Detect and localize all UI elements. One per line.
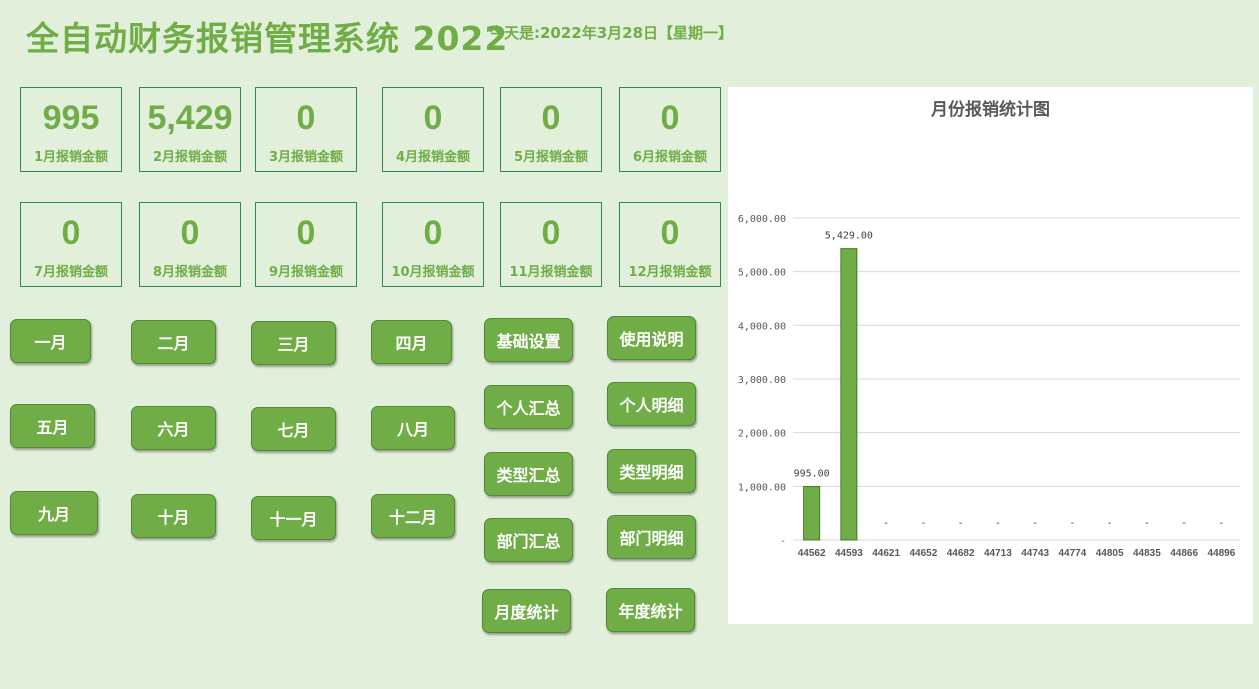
card-label: 6月报销金额 <box>632 150 708 165</box>
department-summary-button[interactable]: 部门汇总 <box>484 518 573 562</box>
month-button-dec[interactable]: 十二月 <box>371 494 455 538</box>
personal-detail-button[interactable]: 个人明细 <box>607 382 696 426</box>
card-label: 10月报销金额 <box>391 265 475 280</box>
data-label: - <box>920 518 926 529</box>
card-label: 8月报销金额 <box>152 265 228 280</box>
card-value: 0 <box>423 99 443 137</box>
department-detail-button[interactable]: 部门明细 <box>607 515 696 559</box>
y-tick-label: 1,000.00 <box>738 482 786 493</box>
x-tick-label: 44743 <box>1021 548 1049 559</box>
x-tick-label: 44896 <box>1207 548 1235 559</box>
card-month-8: 0 8月报销金额 <box>139 202 241 287</box>
data-label: - <box>883 518 889 529</box>
card-month-5: 0 5月报销金额 <box>500 87 602 172</box>
x-tick-label: 44621 <box>872 548 900 559</box>
monthly-reimbursement-chart: 月份报销统计图 -1,000.00 2,000.00 3,000.00 4,000.0… <box>728 87 1253 624</box>
data-label: - <box>1069 518 1075 529</box>
x-tick-label: 44593 <box>835 548 863 559</box>
card-month-4: 0 4月报销金额 <box>382 87 484 172</box>
card-label: 9月报销金额 <box>268 265 344 280</box>
today-date: 今天是:2022年3月28日【星期一】 <box>489 24 734 42</box>
month-button-mar[interactable]: 三月 <box>251 321 336 365</box>
basic-settings-button[interactable]: 基础设置 <box>484 318 573 362</box>
card-month-12: 0 12月报销金额 <box>619 202 721 287</box>
y-tick-label: - <box>780 536 786 547</box>
card-value: 995 <box>42 99 100 137</box>
y-tick-label: 6,000.00 <box>738 214 786 225</box>
card-label: 12月报销金额 <box>628 265 712 280</box>
data-label: 995.00 <box>794 469 830 480</box>
bar <box>840 248 858 541</box>
card-value: 5,429 <box>147 99 233 137</box>
card-value: 0 <box>660 99 680 137</box>
card-month-10: 0 10月报销金额 <box>382 202 484 287</box>
x-tick-label: 44713 <box>984 548 1012 559</box>
card-label: 7月报销金额 <box>33 265 109 280</box>
card-label: 1月报销金额 <box>33 150 109 165</box>
x-tick-label: 44805 <box>1096 548 1124 559</box>
card-value: 0 <box>541 99 561 137</box>
card-month-1: 995 1月报销金额 <box>20 87 122 172</box>
y-tick-label: 2,000.00 <box>738 429 786 440</box>
month-button-nov[interactable]: 十一月 <box>251 496 336 540</box>
card-value: 0 <box>296 214 316 252</box>
month-button-aug[interactable]: 八月 <box>371 406 455 450</box>
card-value: 0 <box>180 214 200 252</box>
x-tick-label: 44682 <box>947 548 975 559</box>
card-value: 0 <box>296 99 316 137</box>
data-label: - <box>1107 518 1113 529</box>
month-button-oct[interactable]: 十月 <box>131 494 216 538</box>
x-tick-label: 44835 <box>1133 548 1161 559</box>
month-button-jul[interactable]: 七月 <box>251 407 336 451</box>
data-label: - <box>958 518 964 529</box>
y-tick-label: 3,000.00 <box>738 375 786 386</box>
month-button-jan[interactable]: 一月 <box>10 319 91 363</box>
card-month-11: 0 11月报销金额 <box>500 202 602 287</box>
x-tick-label: 44866 <box>1170 548 1198 559</box>
month-button-apr[interactable]: 四月 <box>371 320 452 364</box>
yearly-stats-button[interactable]: 年度统计 <box>606 588 695 632</box>
month-button-may[interactable]: 五月 <box>10 404 95 448</box>
card-label: 11月报销金额 <box>509 265 593 280</box>
card-label: 3月报销金额 <box>268 150 344 165</box>
data-label: - <box>1032 518 1038 529</box>
x-tick-label: 44774 <box>1058 548 1086 559</box>
card-label: 4月报销金额 <box>395 150 471 165</box>
card-value: 0 <box>423 214 443 252</box>
card-value: 0 <box>541 214 561 252</box>
data-label: 5,429.00 <box>825 231 873 242</box>
y-tick-label: 4,000.00 <box>738 321 786 332</box>
user-guide-button[interactable]: 使用说明 <box>607 316 696 360</box>
card-month-6: 0 6月报销金额 <box>619 87 721 172</box>
card-month-9: 0 9月报销金额 <box>255 202 357 287</box>
card-month-3: 0 3月报销金额 <box>255 87 357 172</box>
card-month-7: 0 7月报销金额 <box>20 202 122 287</box>
card-value: 0 <box>61 214 81 252</box>
personal-summary-button[interactable]: 个人汇总 <box>484 385 573 429</box>
data-label: - <box>1218 518 1224 529</box>
type-detail-button[interactable]: 类型明细 <box>607 449 696 493</box>
card-label: 2月报销金额 <box>152 150 228 165</box>
page-title: 全自动财务报销管理系统 2022 <box>26 19 509 58</box>
type-summary-button[interactable]: 类型汇总 <box>484 452 573 496</box>
y-tick-label: 5,000.00 <box>738 268 786 279</box>
chart-svg: - 1,000.00 2,000.00 3,000.00 4,000.00 5,000.0… <box>738 214 1240 559</box>
card-value: 0 <box>660 214 680 252</box>
card-label: 5月报销金额 <box>513 150 589 165</box>
data-label: - <box>1144 518 1150 529</box>
x-tick-label: 44652 <box>909 548 937 559</box>
x-tick-label: 44562 <box>798 548 826 559</box>
data-label: - <box>1181 518 1187 529</box>
month-button-jun[interactable]: 六月 <box>131 406 216 450</box>
bar <box>803 486 821 541</box>
monthly-stats-button[interactable]: 月度统计 <box>482 589 571 633</box>
month-button-feb[interactable]: 二月 <box>131 320 216 364</box>
month-button-sep[interactable]: 九月 <box>10 491 98 535</box>
data-label: - <box>995 518 1001 529</box>
card-month-2: 5,429 2月报销金额 <box>139 87 241 172</box>
